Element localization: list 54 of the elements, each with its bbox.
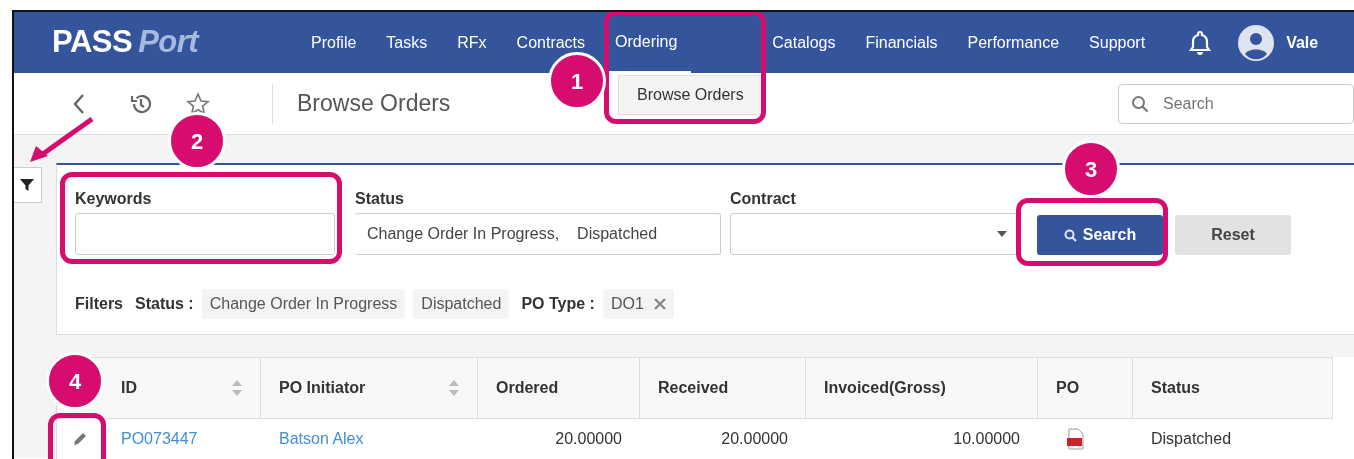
filter-name: PO Type : <box>521 294 595 314</box>
logo-text[interactable]: PASS <box>52 24 133 60</box>
reset-button[interactable]: Reset <box>1175 215 1291 255</box>
table-cell-text: 20.00000 <box>555 429 622 449</box>
column-header[interactable]: Received <box>658 376 729 400</box>
filter-tag: Change Order In Progress <box>201 289 406 319</box>
nav-item[interactable]: Contracts <box>516 30 586 55</box>
column-header[interactable]: Status <box>1151 376 1200 400</box>
column-header[interactable]: PO Initiator <box>279 376 366 400</box>
column-header[interactable]: ID <box>121 376 137 400</box>
filters-label: Filters <box>75 294 123 314</box>
highlight-frame <box>48 413 106 459</box>
status-select[interactable]: Change Order In Progress, Dispatched <box>355 213 721 255</box>
pdf-file-icon[interactable] <box>1066 428 1084 450</box>
filter-toggle[interactable] <box>14 167 42 203</box>
field-label: Status <box>355 189 405 209</box>
pencil-icon[interactable] <box>72 431 88 447</box>
filter-tag: DO1 <box>602 289 674 319</box>
search-box[interactable]: Search <box>1118 83 1354 124</box>
column-header[interactable]: Invoiced(Gross) <box>824 376 946 400</box>
nav-item[interactable]: Catalogs <box>772 30 836 55</box>
user-name[interactable]: Vale <box>1286 30 1319 55</box>
nav-item[interactable]: Financials <box>865 30 938 55</box>
history-icon[interactable] <box>130 92 152 115</box>
nav-item[interactable]: Tasks <box>386 30 428 55</box>
column-header[interactable]: PO <box>1056 376 1080 400</box>
page-title: Browse Orders <box>297 89 451 119</box>
keywords-field[interactable] <box>75 213 335 255</box>
search-icon <box>1131 94 1149 113</box>
bell-icon[interactable] <box>1188 29 1213 56</box>
back-icon[interactable] <box>72 92 86 115</box>
table-cell-text: 20.00000 <box>721 429 788 449</box>
filter-tag: Dispatched <box>413 289 510 319</box>
avatar-icon[interactable] <box>1238 24 1275 61</box>
filter-icon <box>19 178 34 192</box>
step-number: 2 <box>168 112 226 170</box>
table-link[interactable]: Batson Alex <box>279 427 364 451</box>
caret-icon <box>997 231 1007 237</box>
selected-value: Dispatched <box>577 224 658 244</box>
selected-value: Change Order In Progress, <box>367 224 560 244</box>
field-label: Keywords <box>75 189 153 209</box>
close-icon[interactable] <box>653 298 666 310</box>
field-label: Contract <box>730 189 797 209</box>
logo-text[interactable]: Port <box>138 24 199 60</box>
nav-item[interactable]: Support <box>1089 30 1146 55</box>
column-header[interactable]: Ordered <box>496 376 559 400</box>
filter-name: Status : <box>135 294 194 314</box>
table-cell-text: 10.00000 <box>953 429 1020 449</box>
nav-item[interactable]: Performance <box>967 30 1060 55</box>
search-icon <box>1063 228 1077 242</box>
nav-item[interactable]: RFx <box>457 30 487 55</box>
nav-item[interactable]: Profile <box>311 30 357 55</box>
table-cell-text: Dispatched <box>1151 429 1232 449</box>
search-button[interactable]: Search <box>1037 215 1163 255</box>
